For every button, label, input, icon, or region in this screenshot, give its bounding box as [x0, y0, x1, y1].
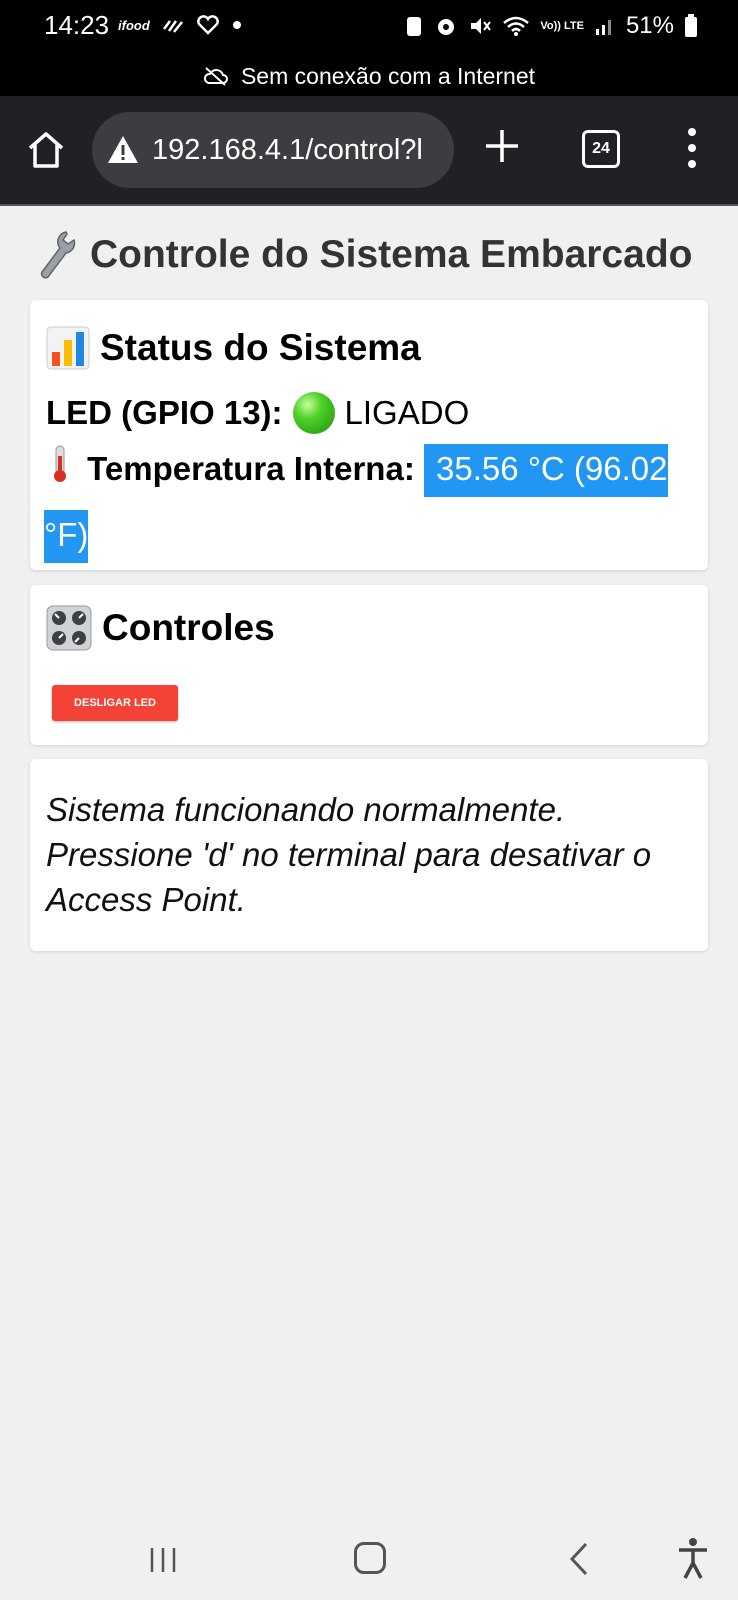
back-icon[interactable] — [566, 1540, 590, 1578]
controls-card: Controles DESLIGAR LED — [30, 585, 708, 745]
controls-heading: Controles — [46, 605, 275, 651]
battery-icon — [685, 14, 697, 37]
home-icon[interactable] — [24, 128, 68, 172]
home-button[interactable] — [354, 1542, 386, 1574]
heart-icon — [196, 15, 219, 35]
signal-icon — [595, 20, 611, 35]
dot-icon — [232, 21, 241, 29]
system-message: Sistema funcionando normalmente. Pressio… — [46, 791, 652, 918]
page-title: Controle do Sistema Embarcado — [36, 230, 692, 280]
browser-toolbar: 192.168.4.1/control?l 24 — [0, 96, 738, 206]
url-text[interactable]: 192.168.4.1/control?l — [152, 134, 423, 167]
more-options-icon[interactable] — [684, 126, 700, 170]
cloud-off-icon — [203, 67, 228, 86]
status-time: 14:23 — [44, 10, 110, 40]
recent-apps-icon[interactable] — [148, 1544, 178, 1576]
status-card: Status do Sistema LED (GPIO 13): LIGADO … — [30, 300, 708, 570]
navigation-bar — [0, 1522, 738, 1600]
controls-heading-text: Controles — [102, 607, 275, 648]
led-state: LIGADO — [344, 394, 470, 431]
ifood-icon: ifood — [118, 17, 150, 33]
status-bar: 14:23 ifood Vo)) LTE 51% — [0, 0, 738, 56]
accessibility-icon[interactable] — [676, 1536, 710, 1580]
new-tab-icon[interactable] — [482, 126, 522, 166]
tab-switcher-button[interactable]: 24 — [582, 130, 620, 168]
status-heading-text: Status do Sistema — [100, 327, 421, 368]
address-bar[interactable]: 192.168.4.1/control?l — [92, 112, 454, 188]
status-heading: Status do Sistema — [46, 326, 421, 370]
green-circle-icon — [292, 392, 335, 434]
battery-percent: 51% — [625, 12, 674, 39]
led-label: LED (GPIO 13): — [46, 394, 283, 431]
control-knobs-icon — [46, 605, 92, 651]
offline-text: Sem conexão com a Internet — [240, 62, 536, 89]
system-status-icons: Vo)) LTE 51% — [404, 12, 698, 40]
activity-icon — [162, 20, 183, 33]
led-status: LED (GPIO 13): LIGADO — [46, 392, 469, 434]
message-card: Sistema funcionando normalmente. Pressio… — [30, 759, 708, 951]
wifi-icon — [503, 16, 530, 36]
mute-icon — [471, 18, 492, 34]
temperature-label: Temperatura Interna: — [87, 450, 415, 487]
page-title-text: Controle do Sistema Embarcado — [90, 233, 693, 276]
volte-icon: Vo)) LTE — [540, 19, 584, 32]
battery-saver-icon — [407, 17, 422, 36]
offline-banner: Sem conexão com a Internet — [0, 56, 738, 96]
wrench-icon — [40, 231, 76, 279]
notification-icons: ifood — [118, 15, 242, 35]
turn-off-led-button[interactable]: DESLIGAR LED — [52, 685, 178, 721]
warning-icon[interactable] — [106, 133, 140, 167]
temperature-line: Temperatura Interna: 35.56 °C (96.02 °F) — [44, 436, 684, 568]
alarm-icon — [438, 19, 455, 35]
thermometer-icon — [54, 445, 66, 482]
bar-chart-icon — [46, 326, 90, 370]
